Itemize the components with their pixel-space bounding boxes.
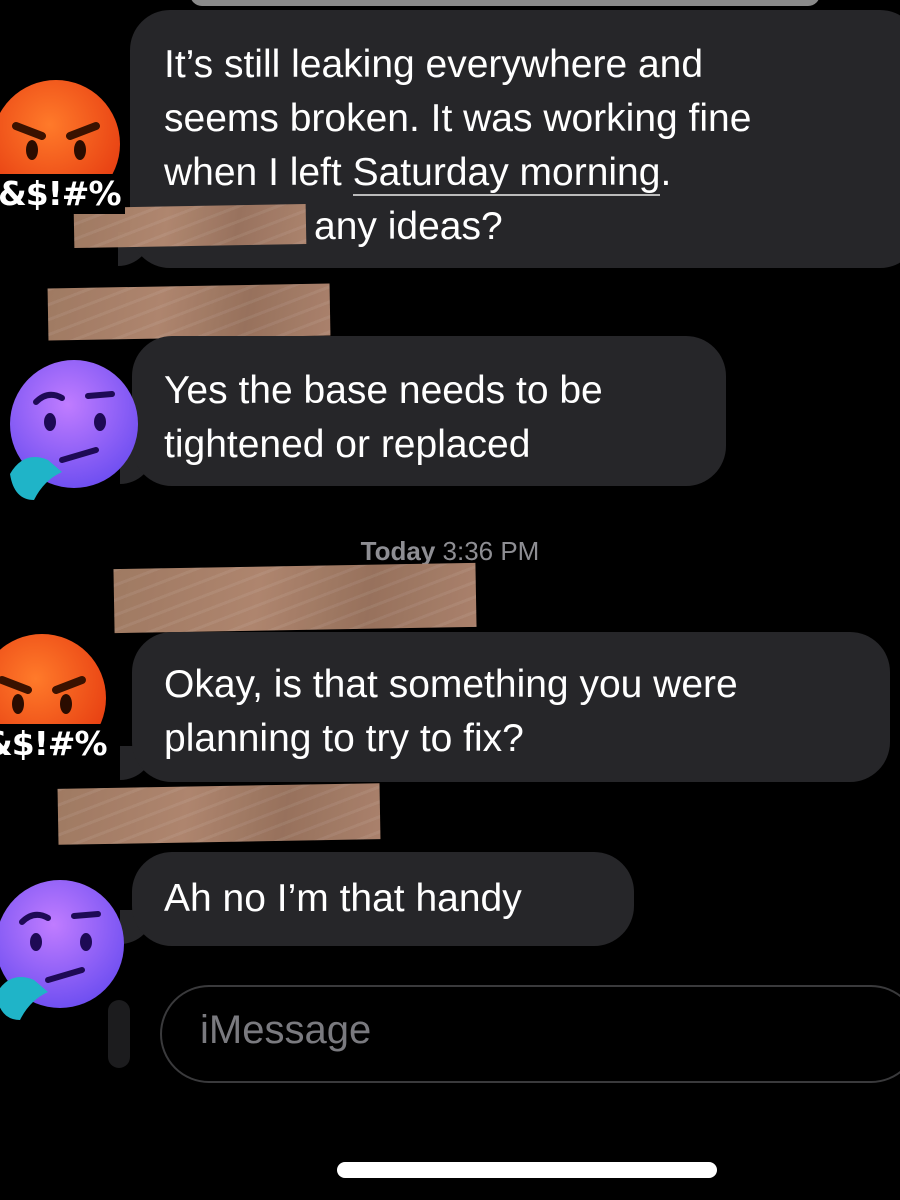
imessage-input[interactable]: [198, 1007, 702, 1054]
date-link[interactable]: Saturday morning: [352, 151, 661, 196]
message-compose-field[interactable]: [160, 985, 900, 1083]
swear-label: &$!#%: [0, 174, 125, 214]
message-bubble-4[interactable]: Ah no I’m that handy: [132, 852, 634, 946]
top-image-edge: [190, 0, 820, 6]
message-bubble-3[interactable]: Okay, is that something you were plannin…: [132, 632, 890, 782]
message-line: planning to try to fix?: [164, 717, 524, 760]
redaction-tape: [113, 562, 477, 634]
message-line: Okay, is that something you were: [164, 663, 738, 706]
redaction-tape: [47, 283, 331, 341]
home-indicator[interactable]: [337, 1162, 717, 1178]
message-line: seems broken. It was working fine: [164, 97, 752, 140]
swear-label: &$!#%: [0, 724, 111, 764]
message-line: tightened or replaced: [164, 423, 531, 466]
message-line: It’s still leaking everywhere and: [164, 43, 704, 86]
redaction-tape: [57, 783, 381, 845]
message-line: Ah no I’m that handy: [164, 877, 522, 920]
thinking-face-icon: [10, 360, 138, 500]
message-line: when I left Saturday morning.: [164, 151, 672, 196]
app-drawer-handle[interactable]: [108, 1000, 130, 1068]
message-bubble-2[interactable]: Yes the base needs to be tightened or re…: [132, 336, 726, 486]
message-line: Yes the base needs to be: [164, 369, 603, 412]
